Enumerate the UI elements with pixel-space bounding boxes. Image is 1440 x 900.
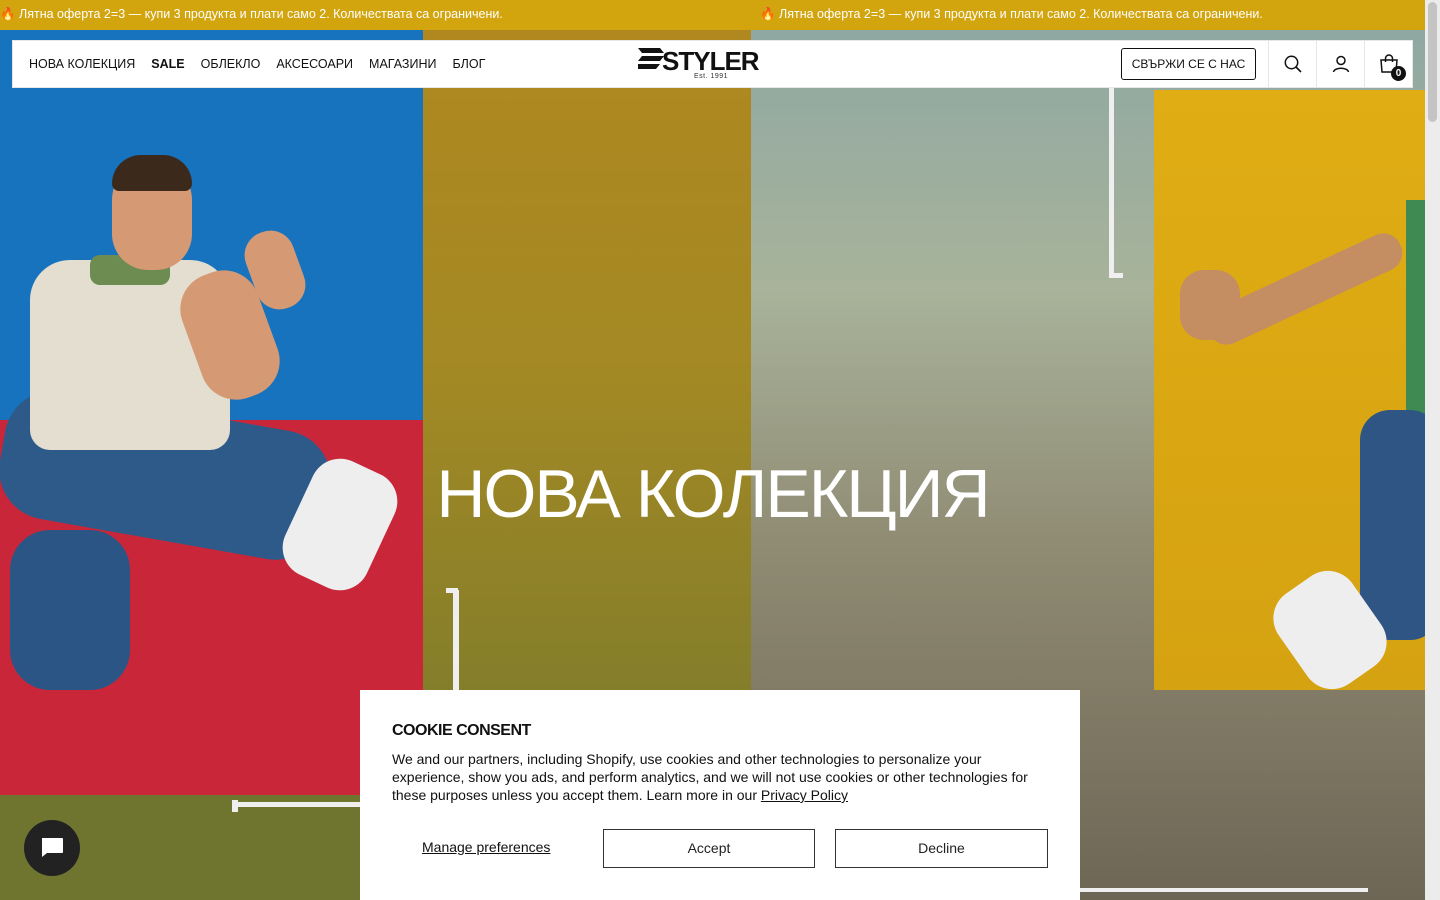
chat-icon xyxy=(42,838,63,857)
announcement-message: 🔥 Лятна оферта 2=3 — купи 3 продукта и п… xyxy=(0,7,503,21)
nav-item-clothing[interactable]: ОБЛЕКЛО xyxy=(201,57,261,71)
cookie-text: We and our partners, including Shopify, … xyxy=(392,751,1028,803)
logo-est: Est. 1991 xyxy=(694,73,729,80)
logo-mark-icon xyxy=(638,48,664,69)
site-header: НОВА КОЛЕКЦИЯ SALE ОБЛЕКЛО АКСЕСОАРИ МАГ… xyxy=(12,40,1413,88)
decline-button[interactable]: Decline xyxy=(835,829,1048,868)
hero-title: НОВА КОЛЕКЦИЯ xyxy=(436,456,990,532)
nav-item-blog[interactable]: БЛОГ xyxy=(452,57,485,71)
nav-item-new-collection[interactable]: НОВА КОЛЕКЦИЯ xyxy=(29,57,135,71)
cookie-title: COOKIE CONSENT xyxy=(392,722,531,739)
cart-count-badge: 0 xyxy=(1391,66,1406,81)
nav-item-sale[interactable]: SALE xyxy=(151,57,184,71)
scrollbar-thumb[interactable] xyxy=(1428,2,1437,122)
cart-button[interactable]: 0 xyxy=(1364,41,1412,87)
account-button[interactable] xyxy=(1316,41,1364,87)
announcement-bar: 🔥 Лятна оферта 2=3 — купи 3 продукта и п… xyxy=(0,0,1425,30)
chat-button[interactable] xyxy=(24,820,80,876)
accept-button[interactable]: Accept xyxy=(603,829,815,868)
privacy-policy-link[interactable]: Privacy Policy xyxy=(761,787,848,803)
nav-item-stores[interactable]: МАГАЗИНИ xyxy=(369,57,436,71)
cookie-consent-dialog: COOKIE CONSENT We and our partners, incl… xyxy=(360,690,1080,900)
contact-us-button[interactable]: СВЪРЖИ СЕ С НАС xyxy=(1121,48,1256,80)
main-nav: НОВА КОЛЕКЦИЯ SALE ОБЛЕКЛО АКСЕСОАРИ МАГ… xyxy=(29,57,485,71)
styler-logo[interactable]: STYLER Est. 1991 xyxy=(638,46,790,84)
search-button[interactable] xyxy=(1268,41,1316,87)
page-scrollbar[interactable] xyxy=(1425,0,1440,900)
nav-item-accessories[interactable]: АКСЕСОАРИ xyxy=(276,57,353,71)
search-icon xyxy=(1284,55,1302,73)
account-icon xyxy=(1332,55,1349,73)
announcement-message: 🔥 Лятна оферта 2=3 — купи 3 продукта и п… xyxy=(760,7,1263,21)
manage-preferences-link[interactable]: Manage preferences xyxy=(422,839,550,855)
